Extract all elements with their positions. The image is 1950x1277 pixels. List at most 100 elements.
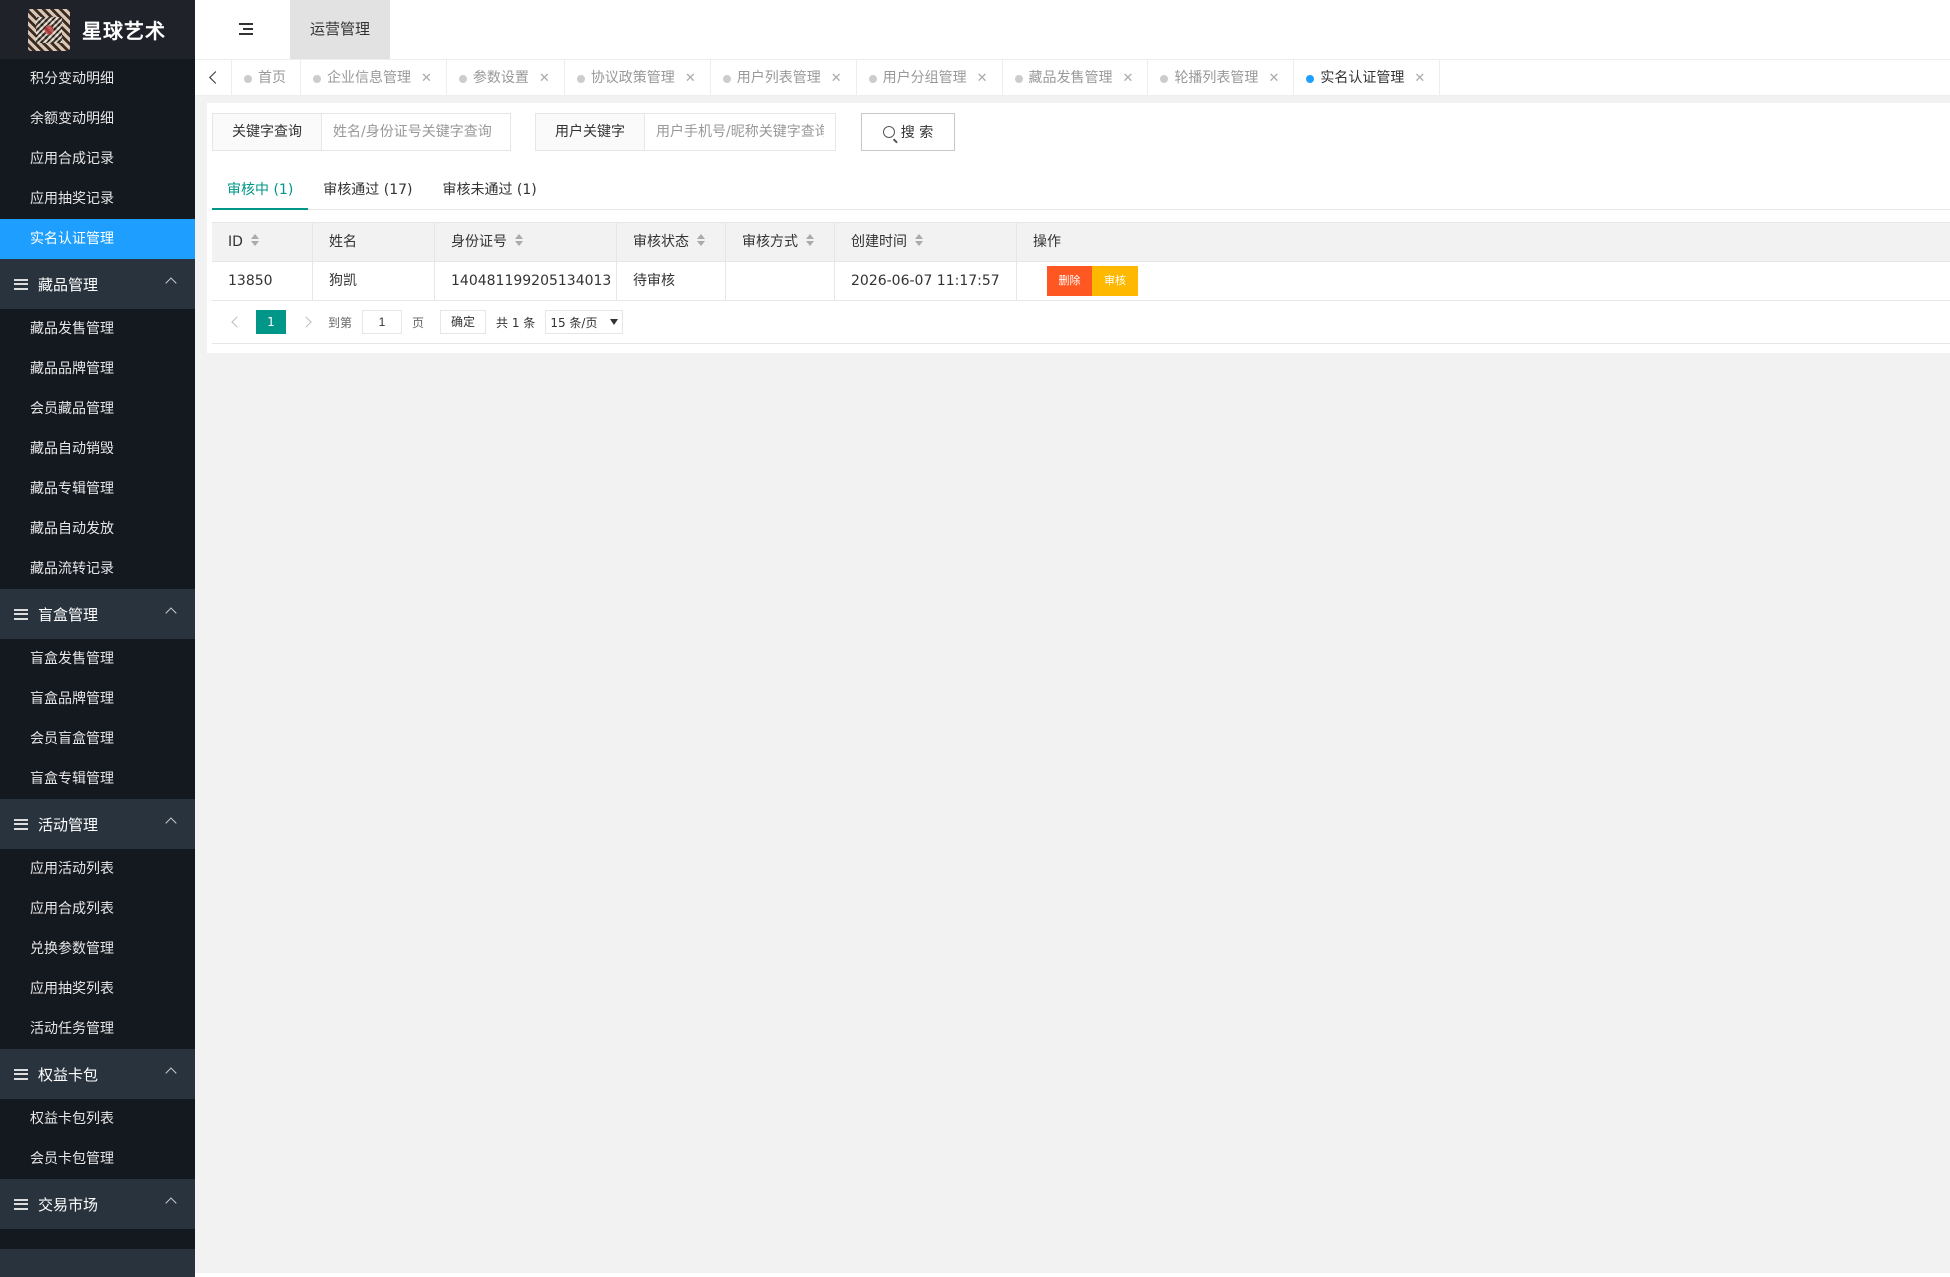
page-tab[interactable]: 参数设置 ✕ bbox=[447, 60, 565, 96]
tab-dot-icon bbox=[1306, 75, 1315, 83]
delete-button[interactable]: 删除 bbox=[1047, 266, 1092, 296]
cell-id-number: 140481199205134013 bbox=[435, 262, 617, 300]
audit-button[interactable]: 审核 bbox=[1092, 266, 1138, 296]
keyword-input[interactable] bbox=[322, 114, 510, 150]
column-header[interactable]: 审核状态 bbox=[617, 223, 726, 261]
column-header: 姓名 bbox=[313, 223, 435, 261]
sidebar-item[interactable]: 兑换参数管理 bbox=[0, 929, 195, 969]
tab-rejected[interactable]: 审核未通过 (1) bbox=[427, 170, 551, 209]
chevron-up-icon bbox=[165, 277, 177, 289]
goto-confirm-button[interactable]: 确定 bbox=[440, 310, 487, 334]
sidebar-item[interactable]: 藏品专辑管理 bbox=[0, 469, 195, 509]
app-title: 星球艺术 bbox=[82, 19, 166, 43]
sort-icon[interactable] bbox=[515, 234, 523, 246]
sidebar-group-label: 交易市场 bbox=[38, 1195, 99, 1214]
sidebar-group[interactable]: 活动管理 bbox=[0, 799, 195, 849]
close-icon[interactable]: ✕ bbox=[539, 71, 550, 86]
column-header[interactable]: ID bbox=[212, 223, 313, 261]
sidebar-item[interactable]: 藏品品牌管理 bbox=[0, 349, 195, 389]
sidebar-item[interactable]: 权益卡包列表 bbox=[0, 1099, 195, 1139]
page-tab[interactable]: 用户分组管理 ✕ bbox=[857, 60, 1003, 96]
user-keyword-label: 用户关键字 bbox=[536, 114, 645, 150]
search-button[interactable]: 搜 索 bbox=[861, 113, 955, 151]
sidebar-group[interactable]: 交易市场 bbox=[0, 1179, 195, 1229]
sidebar-item[interactable]: 应用合成记录 bbox=[0, 139, 195, 179]
pagination: 1 到第 页 确定 共 1 条 15 条/页 bbox=[212, 301, 1950, 344]
goto-page-input[interactable] bbox=[362, 310, 403, 334]
close-icon[interactable]: ✕ bbox=[977, 71, 988, 86]
column-header[interactable]: 审核方式 bbox=[726, 223, 835, 261]
sidebar-item[interactable]: 应用合成列表 bbox=[0, 889, 195, 929]
tab-dot-icon bbox=[576, 75, 585, 83]
cell-created: 2026-06-07 11:17:57 bbox=[835, 262, 1017, 300]
chevron-up-icon bbox=[165, 817, 177, 829]
sidebar-item-active[interactable]: 实名认证管理 bbox=[0, 219, 195, 259]
goto-prefix: 到第 bbox=[328, 315, 353, 330]
sidebar-item[interactable]: 藏品发售管理 bbox=[0, 309, 195, 349]
column-header[interactable]: 身份证号 bbox=[435, 223, 617, 261]
page-tab-active[interactable]: 实名认证管理 ✕ bbox=[1294, 60, 1441, 96]
sidebar-item[interactable]: 藏品自动销毁 bbox=[0, 429, 195, 469]
header-tab-operations[interactable]: 运营管理 bbox=[290, 0, 390, 59]
sidebar-item[interactable]: 藏品自动发放 bbox=[0, 509, 195, 549]
close-icon[interactable]: ✕ bbox=[1414, 71, 1425, 86]
tab-dot-icon bbox=[458, 75, 467, 83]
close-icon[interactable]: ✕ bbox=[421, 71, 432, 86]
page-tab[interactable]: 用户列表管理 ✕ bbox=[711, 60, 857, 96]
page-tab[interactable]: 协议政策管理 ✕ bbox=[565, 60, 711, 96]
sort-icon[interactable] bbox=[250, 234, 259, 246]
sidebar-item[interactable]: 应用活动列表 bbox=[0, 849, 195, 889]
page-tab[interactable]: 轮播列表管理 ✕ bbox=[1148, 60, 1295, 96]
sidebar-item[interactable]: 盲盒发售管理 bbox=[0, 639, 195, 679]
sidebar-item[interactable]: 盲盒专辑管理 bbox=[0, 759, 195, 799]
logo-area: 星球艺术 bbox=[0, 0, 195, 59]
main-panel: 关键字查询 用户关键字 搜 索 审核中 (1) 审核通过 (17) 审核未通过 … bbox=[207, 103, 1950, 353]
chevron-left-icon[interactable] bbox=[195, 60, 232, 96]
page-tab-label: 协议政策管理 bbox=[590, 70, 675, 86]
page-tab[interactable]: 藏品发售管理 ✕ bbox=[1003, 60, 1149, 96]
sort-icon[interactable] bbox=[697, 234, 705, 246]
page-tab-label: 企业信息管理 bbox=[327, 70, 411, 86]
page-size-select[interactable]: 15 条/页 bbox=[545, 310, 624, 334]
column-header[interactable]: 创建时间 bbox=[835, 223, 1017, 261]
sidebar-group[interactable]: 权益卡包 bbox=[0, 1049, 195, 1099]
current-page[interactable]: 1 bbox=[256, 310, 286, 334]
sidebar-group[interactable]: 藏品管理 bbox=[0, 259, 195, 309]
page-tabs: 首页 企业信息管理 ✕ 参数设置 ✕ 协议政策管理 ✕ 用户列表管理 ✕ 用户分组管理 ✕… bbox=[195, 59, 1950, 96]
sidebar-item[interactable]: 藏品流转记录 bbox=[0, 549, 195, 589]
tab-pending[interactable]: 审核中 (1) bbox=[212, 170, 309, 210]
sidebar-item[interactable]: 积分变动明细 bbox=[0, 59, 195, 99]
close-icon[interactable]: ✕ bbox=[1123, 71, 1134, 86]
chevron-up-icon bbox=[165, 607, 177, 619]
sort-icon[interactable] bbox=[915, 234, 923, 246]
sidebar: 星球艺术 积分变动明细 余额变动明细 应用合成记录 应用抽奖记录 实名认证管理 … bbox=[0, 0, 195, 1277]
tab-approved[interactable]: 审核通过 (17) bbox=[308, 170, 427, 209]
sidebar-item[interactable]: 会员藏品管理 bbox=[0, 389, 195, 429]
user-keyword-input[interactable] bbox=[645, 114, 835, 150]
prev-page-icon[interactable] bbox=[230, 317, 240, 327]
sidebar-item[interactable]: 会员盲盒管理 bbox=[0, 719, 195, 759]
sidebar-group[interactable]: 盲盒管理 bbox=[0, 589, 195, 639]
page-tab-label: 用户列表管理 bbox=[736, 70, 821, 86]
sidebar-item[interactable]: 盲盒品牌管理 bbox=[0, 679, 195, 719]
status-tabs: 审核中 (1) 审核通过 (17) 审核未通过 (1) bbox=[212, 170, 1950, 210]
cell-id: 13850 bbox=[212, 262, 313, 300]
close-icon[interactable]: ✕ bbox=[1268, 71, 1279, 86]
chevron-down-icon bbox=[610, 319, 619, 325]
page-tab[interactable]: 首页 bbox=[232, 60, 301, 96]
sidebar-item[interactable]: 活动任务管理 bbox=[0, 1009, 195, 1049]
sidebar-item[interactable]: 应用抽奖列表 bbox=[0, 969, 195, 1009]
sort-icon[interactable] bbox=[806, 234, 814, 246]
footer-strip bbox=[195, 1273, 1950, 1277]
sidebar-item[interactable]: 余额变动明细 bbox=[0, 99, 195, 139]
menu-toggle-icon[interactable] bbox=[239, 23, 253, 35]
page-tab[interactable]: 企业信息管理 ✕ bbox=[301, 60, 447, 96]
sidebar-item[interactable]: 应用抽奖记录 bbox=[0, 179, 195, 219]
sidebar-top-items: 积分变动明细 余额变动明细 应用合成记录 应用抽奖记录 实名认证管理 bbox=[0, 59, 195, 259]
close-icon[interactable]: ✕ bbox=[685, 71, 696, 86]
tab-dot-icon bbox=[722, 75, 731, 83]
close-icon[interactable]: ✕ bbox=[831, 71, 842, 86]
next-page-icon[interactable] bbox=[302, 317, 312, 327]
menu-list-icon bbox=[14, 278, 28, 290]
sidebar-item[interactable]: 会员卡包管理 bbox=[0, 1139, 195, 1179]
